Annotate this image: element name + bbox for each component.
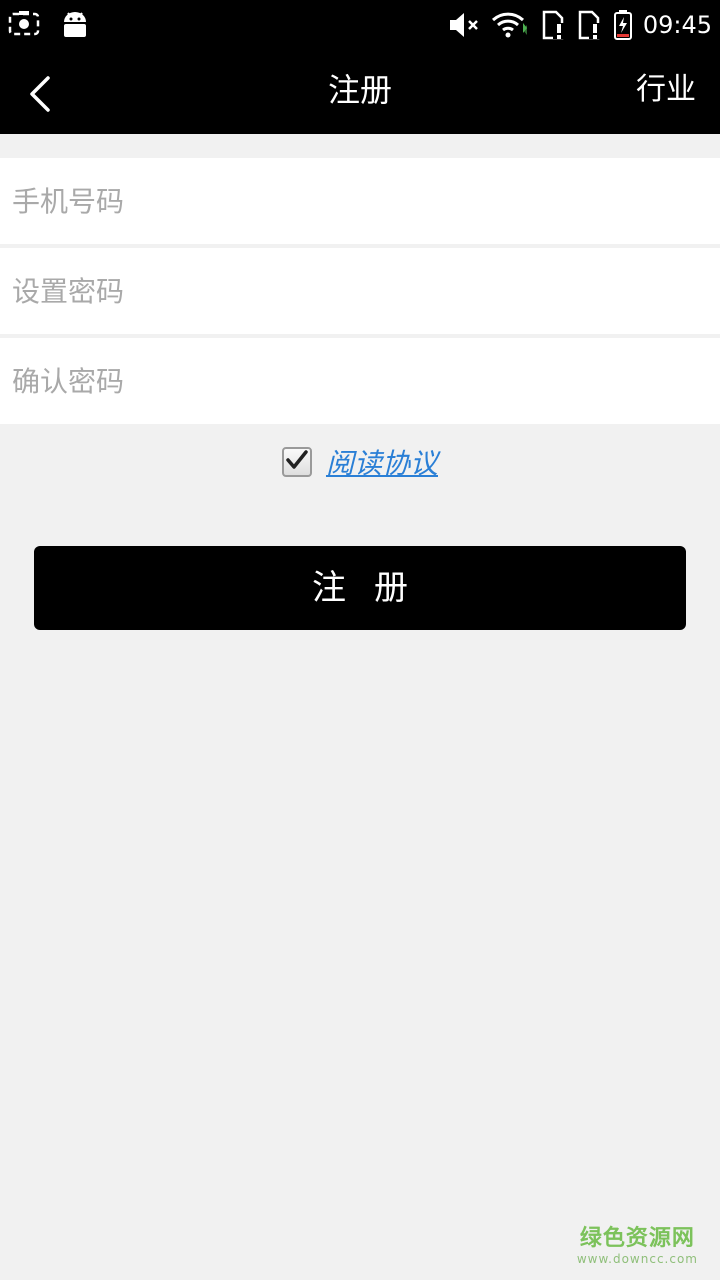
agreement-checkbox[interactable] (281, 447, 312, 477)
confirm-password-input[interactable] (0, 338, 720, 424)
watermark-url: www.downcc.com (576, 1252, 698, 1266)
battery-charging-icon (613, 9, 633, 41)
phone-input[interactable] (0, 158, 720, 244)
password-input[interactable] (0, 248, 720, 334)
sim-alert-icon (541, 9, 567, 41)
app-bar: 注册 行业 (0, 50, 720, 134)
watermark-title: 绿色资源网 (579, 1226, 695, 1251)
agreement-link[interactable]: 阅读协议 (326, 442, 438, 482)
sim-alert-icon (577, 9, 603, 41)
page-title: 注册 (327, 71, 392, 109)
watermark: 绿色资源网 www.downcc.com (577, 1220, 698, 1266)
confirm-password-field-container (0, 338, 720, 424)
wifi-icon (491, 9, 531, 41)
agreement-row: 阅读协议 (0, 440, 720, 484)
back-button[interactable] (18, 70, 66, 118)
screenshot-icon (8, 8, 40, 40)
register-button[interactable]: 注册 (34, 546, 686, 630)
mute-icon (447, 9, 481, 41)
status-time: 09:45 (642, 11, 712, 39)
android-icon (60, 8, 90, 40)
chevron-left-icon (18, 76, 66, 122)
industry-button[interactable]: 行业 (636, 50, 696, 134)
phone-field-container (0, 158, 720, 244)
checkmark-icon (285, 448, 309, 476)
status-bar: 09:45 (0, 0, 720, 50)
password-field-container (0, 248, 720, 334)
